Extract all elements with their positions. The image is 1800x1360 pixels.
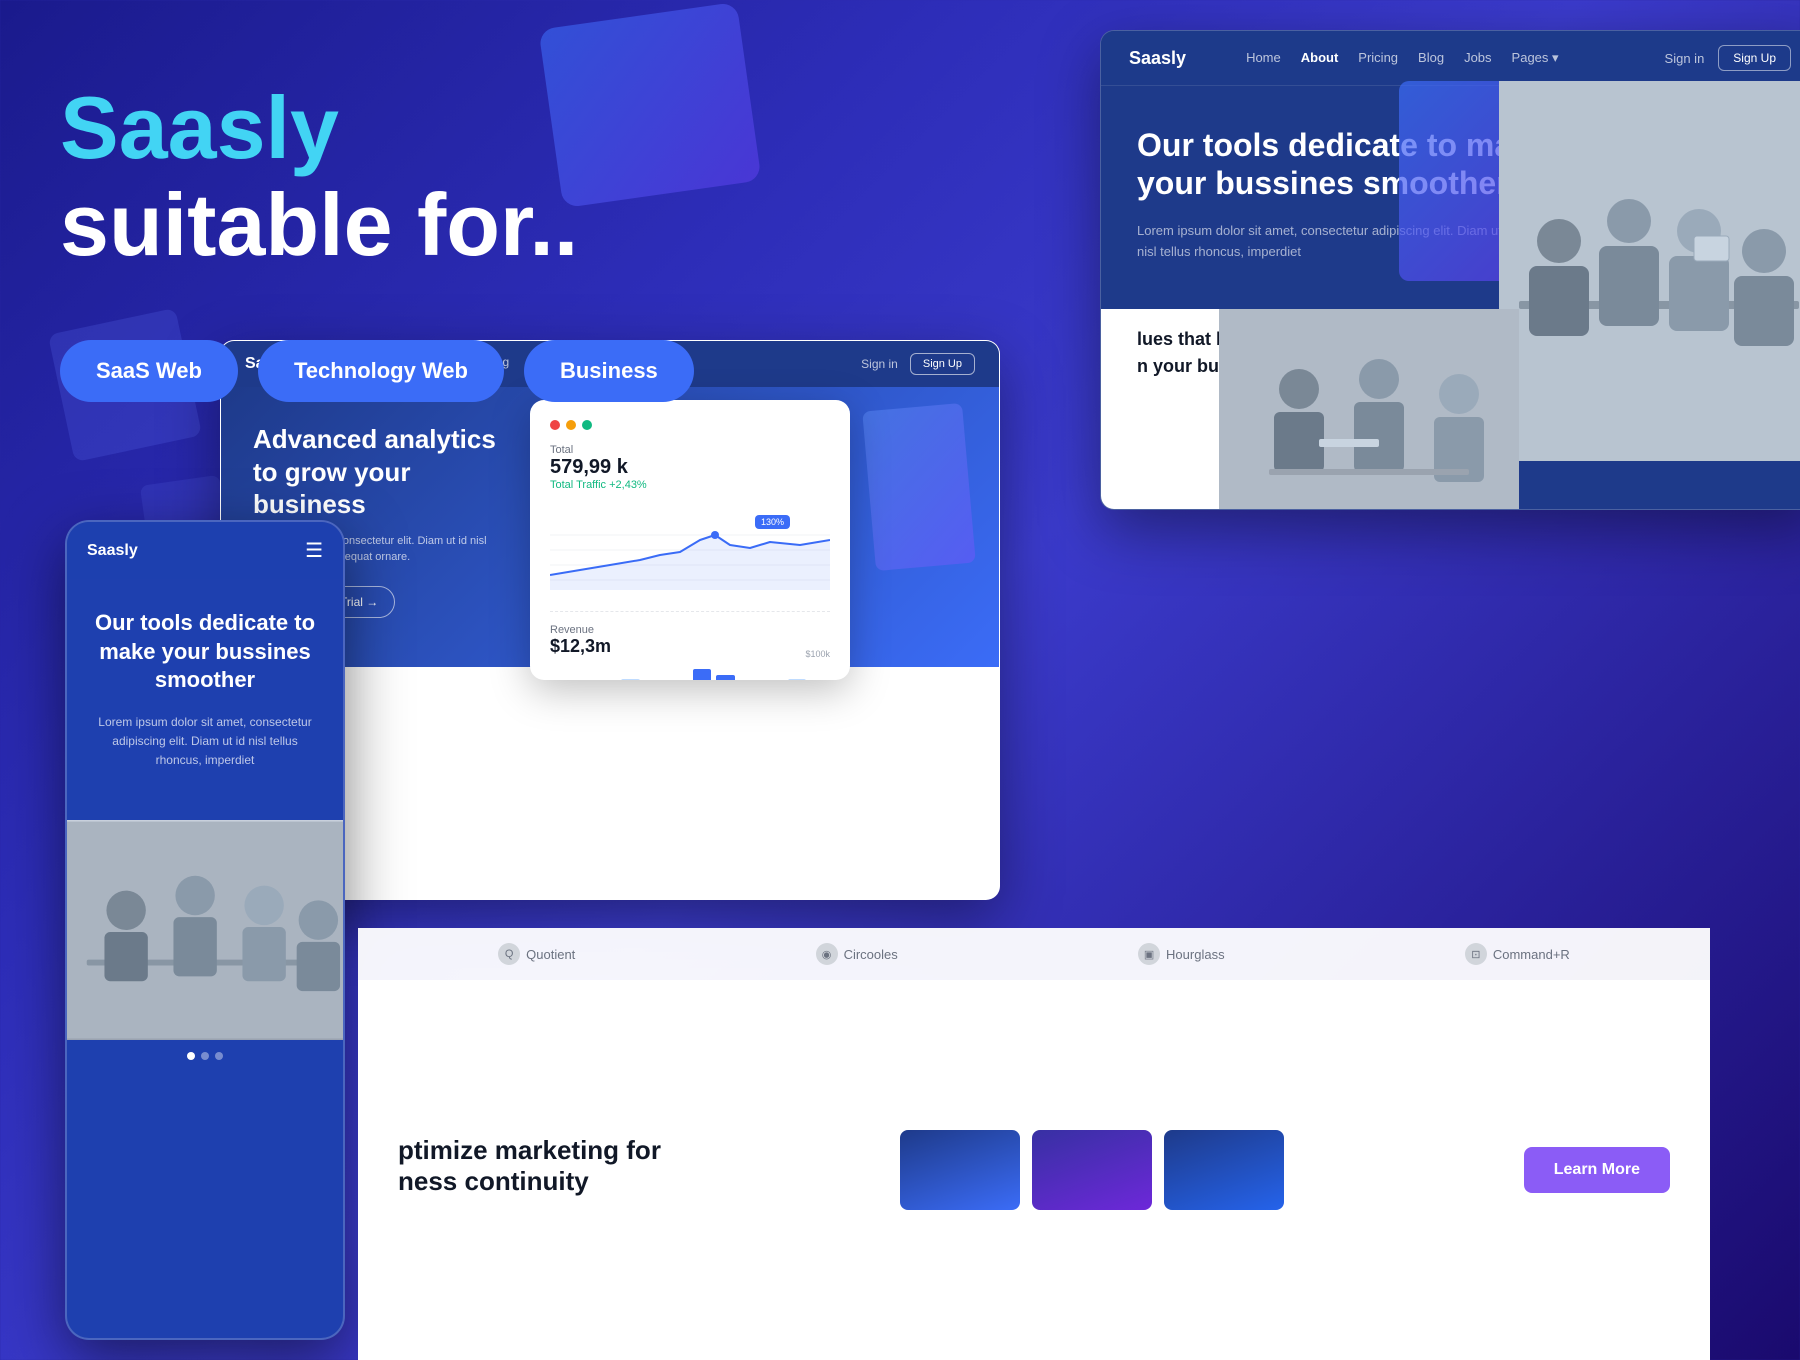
partner-item-4: ⊡ Command+R [1465,943,1570,965]
dot-yellow [566,420,576,430]
marketing-title-line1: ptimize marketing for [398,1135,661,1166]
marketing-title-line2: ness continuity [398,1166,661,1197]
nav1-pricing[interactable]: Pricing [1358,50,1398,66]
partner-item-3: ▣ Hourglass [1138,943,1225,965]
marketing-text: ptimize marketing for ness continuity [398,1135,661,1205]
mockup1-signin[interactable]: Sign in [1665,51,1705,66]
mockup1-logo: Saasly [1129,48,1186,69]
widget-divider [550,611,830,612]
mockup1-nav-right: Sign in Sign Up [1665,45,1791,71]
thumbnail-1 [900,1130,1020,1210]
learn-more-button[interactable]: Learn More [1524,1147,1670,1193]
people-svg-2 [1219,309,1519,509]
partner-icon-1: Q [498,943,520,965]
bar-4 [621,679,640,680]
headline-brand: Saasly [60,78,339,177]
mockup1-nav-links: Home About Pricing Blog Jobs Pages ▾ [1246,50,1558,66]
hamburger-icon[interactable]: ☰ [305,538,323,563]
partner-item-2: ◉ Circooles [816,943,898,965]
revenue-limit-label: $100k [805,649,830,659]
mobile-hero-title: Our tools dedicate to make your bussines… [89,609,321,695]
widget-total-label: Total [550,444,830,456]
marketing-title: ptimize marketing for ness continuity [398,1135,661,1197]
widget-revenue-value: $12,3m [550,636,830,657]
mockup1-nav: Saasly Home About Pricing Blog Jobs Page… [1101,31,1800,86]
partner-item-1: Q Quotient [498,943,575,965]
mockup2-signup[interactable]: Sign Up [910,353,975,375]
widget-traffic-label: Total Traffic +2,43% [550,479,830,491]
nav1-home[interactable]: Home [1246,50,1281,66]
people-photo-1 [1499,81,1800,461]
mockup1-signup[interactable]: Sign Up [1718,45,1791,71]
bar-chart [550,667,830,680]
bar-11 [788,679,807,680]
widget-revenue-label: Revenue [550,624,830,636]
mobile-hero-image [67,820,343,1040]
partner-name-4: Command+R [1493,947,1570,962]
mockup2-accent [862,403,976,571]
mob-dot-3 [215,1052,223,1060]
mobile-mockup: Saasly ☰ Our tools dedicate to make your… [65,520,345,1340]
mobile-hero-body: Lorem ipsum dolor sit amet, consectetur … [89,713,321,771]
partner-name-1: Quotient [526,947,575,962]
desktop-mockup-1: Saasly Home About Pricing Blog Jobs Page… [1100,30,1800,510]
widget-chart-area: 130% [550,505,830,595]
main-title-area: Saasly suitable for.. [60,80,578,274]
partner-icon-2: ◉ [816,943,838,965]
mob-dot-1 [187,1052,195,1060]
people-svg-1 [1499,81,1800,461]
tag-saas-web[interactable]: SaaS Web [60,340,238,402]
nav1-pages[interactable]: Pages ▾ [1512,50,1559,66]
mobile-dots [67,1040,343,1072]
analytics-widget: Total 579,99 k Total Traffic +2,43% 130%… [530,400,850,680]
partner-icon-3: ▣ [1138,943,1160,965]
mockup2-nav-right: Sign in Sign Up [861,353,975,375]
mobile-logo: Saasly [87,542,138,560]
dot-green [582,420,592,430]
mockup2-hero-title: Advanced analytics to grow your business [253,423,513,521]
widget-total-value: 579,99 k [550,456,830,479]
tag-buttons: SaaS Web Technology Web Business [60,340,694,402]
tag-business[interactable]: Business [524,340,694,402]
mob-dot-2 [201,1052,209,1060]
mockup1-photo-2 [1219,309,1519,509]
dot-red [550,420,560,430]
bar-chart-container: $100k [550,667,830,680]
thumbnail-3 [1164,1130,1284,1210]
nav1-blog[interactable]: Blog [1418,50,1444,66]
chart-badge: 130% [755,515,790,529]
widget-dots [550,420,830,430]
marketing-thumbnails [701,1130,1484,1210]
tag-technology-web[interactable]: Technology Web [258,340,504,402]
partner-name-2: Circooles [844,947,898,962]
mockup1-values: lues that bring great n your business [1101,309,1519,509]
thumbnail-2 [1032,1130,1152,1210]
partner-icon-4: ⊡ [1465,943,1487,965]
mobile-nav: Saasly ☰ [67,522,343,579]
bar-7 [693,669,712,680]
headline-sub: suitable for.. [60,175,578,274]
mockup1-photo [1499,81,1800,461]
mobile-people-svg [67,820,343,1040]
nav1-about[interactable]: About [1301,50,1339,66]
partner-name-3: Hourglass [1166,947,1225,962]
partners-bar: Q Quotient ◉ Circooles ▣ Hourglass ⊡ Com… [358,928,1710,980]
bar-8 [716,675,735,680]
nav1-jobs[interactable]: Jobs [1464,50,1491,66]
marketing-section: ptimize marketing for ness continuity Le… [358,980,1710,1360]
mobile-hero: Our tools dedicate to make your bussines… [67,579,343,820]
mockup2-signin[interactable]: Sign in [861,357,898,371]
